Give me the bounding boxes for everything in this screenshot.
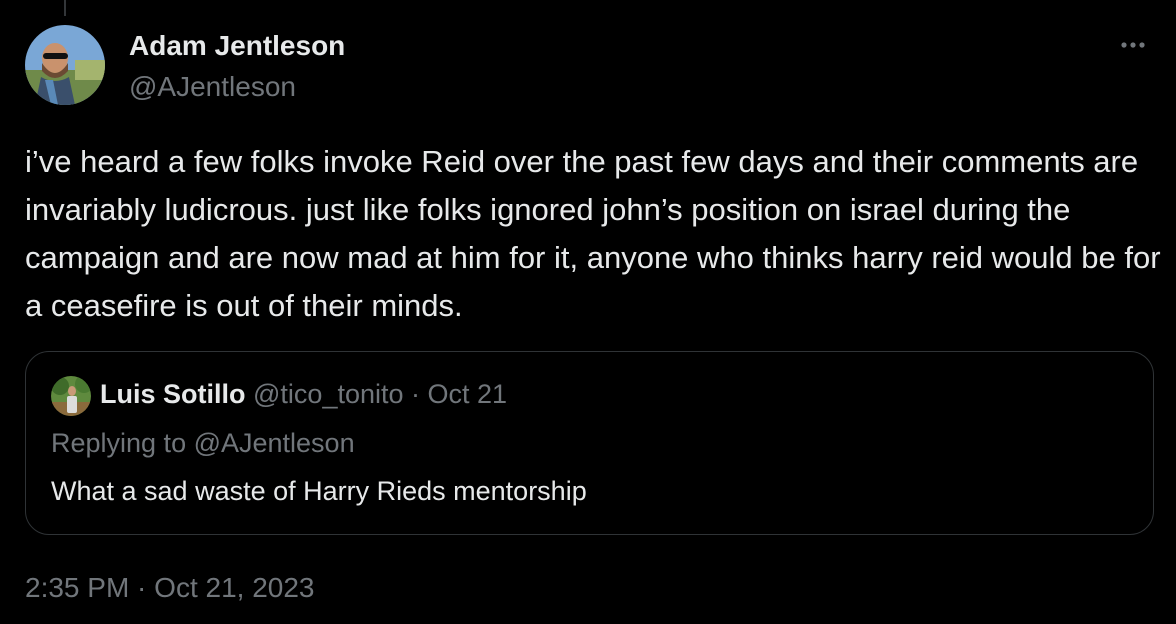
quote-author-name[interactable]: Luis Sotillo xyxy=(100,379,246,409)
quote-text: What a sad waste of Harry Rieds mentorsh… xyxy=(51,476,587,506)
more-options-button[interactable] xyxy=(1118,32,1148,58)
tweet-text: i’ve heard a few folks invoke Reid over … xyxy=(25,144,1161,323)
tweet-detail: Adam Jentleson @AJentleson i’ve heard a … xyxy=(0,0,1176,624)
quote-date[interactable]: Oct 21 xyxy=(428,379,508,409)
tweet-timestamp[interactable]: 2:35 PM · Oct 21, 2023 xyxy=(25,572,315,604)
author-avatar[interactable] xyxy=(25,25,105,105)
quote-meta-separator: · xyxy=(403,379,428,409)
quote-header: Luis Sotillo @tico_tonito · Oct 21 xyxy=(100,379,507,410)
quoted-tweet-card[interactable]: Luis Sotillo @tico_tonito · Oct 21 Reply… xyxy=(25,351,1154,535)
quote-replying-to: Replying to @AJentleson xyxy=(51,428,355,458)
more-horizontal-icon xyxy=(1121,42,1145,48)
quote-author-avatar[interactable] xyxy=(51,376,91,416)
thread-connector-line xyxy=(64,0,66,16)
author-name[interactable]: Adam Jentleson xyxy=(129,30,345,62)
author-handle[interactable]: @AJentleson xyxy=(129,71,296,103)
quote-author-handle[interactable]: @tico_tonito xyxy=(253,379,404,409)
